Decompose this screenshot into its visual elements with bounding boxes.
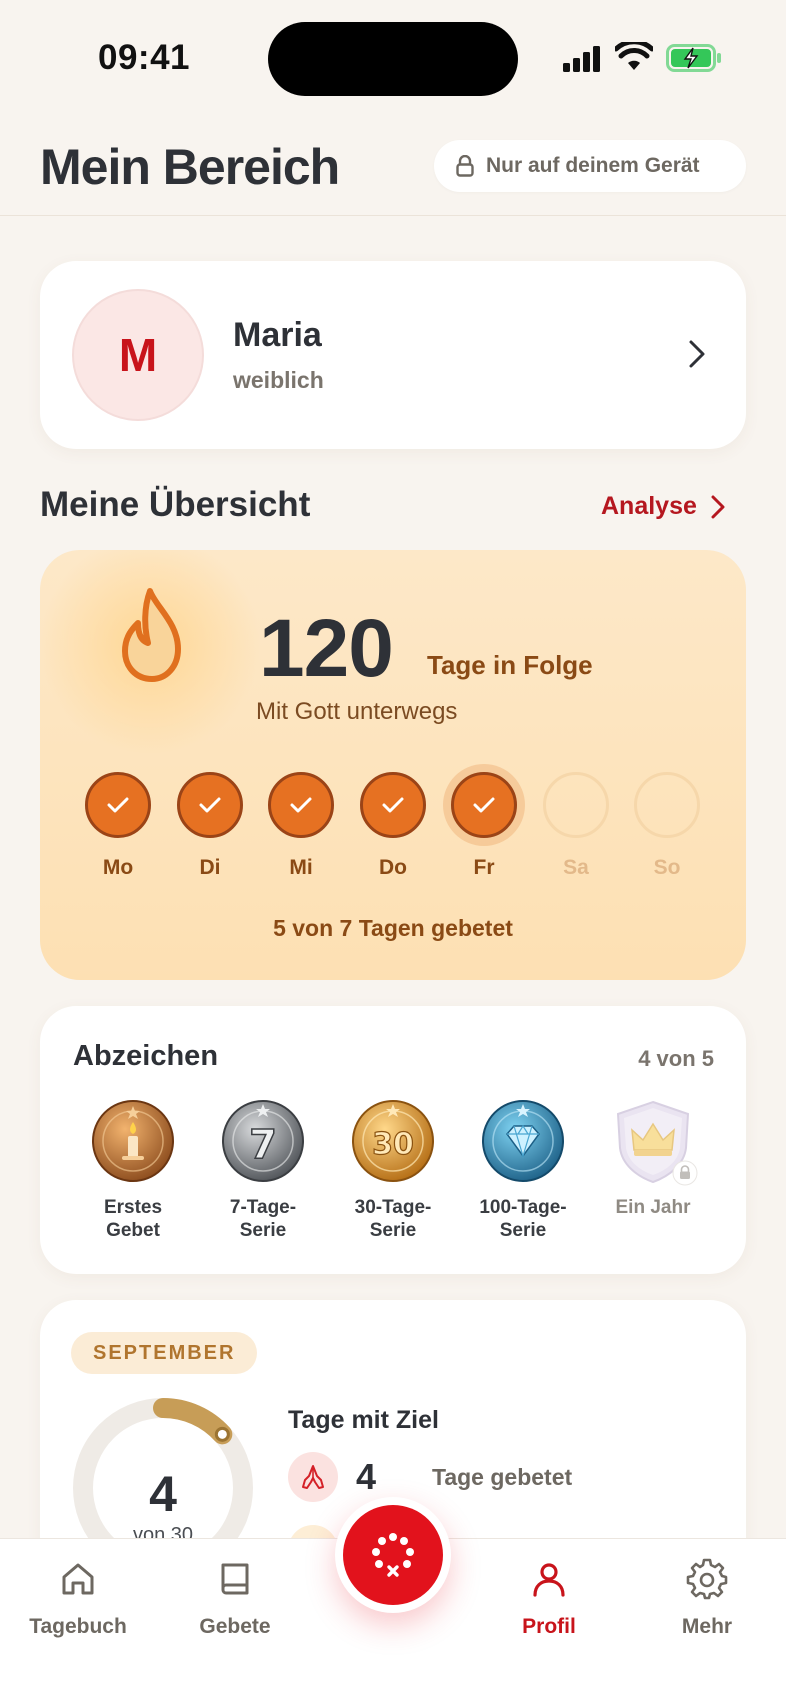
silver-7-medal-icon: 7 xyxy=(222,1100,304,1182)
weekday-do: Do xyxy=(348,772,438,880)
home-icon xyxy=(62,1563,94,1595)
page-title: Mein Bereich xyxy=(40,139,340,195)
analyse-link[interactable]: Analyse xyxy=(601,492,725,521)
gold-30-medal-icon: 30 xyxy=(352,1100,434,1182)
analyse-label: Analyse xyxy=(601,492,697,520)
badges-title: Abzeichen xyxy=(73,1040,219,1072)
flame-icon xyxy=(122,588,181,682)
weekday-label: Di xyxy=(199,856,221,879)
weekday-label: Fr xyxy=(473,856,495,879)
profile-name: Maria xyxy=(233,316,322,354)
day-done-dot xyxy=(268,772,334,838)
streak-count: 120 xyxy=(259,603,394,694)
rosary-button[interactable] xyxy=(343,1505,443,1605)
status-bar: 09:41 xyxy=(0,0,786,120)
badge-100-day-streak[interactable]: 100-Tage- Serie xyxy=(458,1098,588,1242)
badge-label: Erstes Gebet xyxy=(103,1197,163,1241)
weekday-label: Mo xyxy=(102,856,134,879)
weekday-mo: Mo xyxy=(73,772,163,880)
streak-subtitle: Mit Gott unterwegs xyxy=(256,698,458,725)
month-progress-knob xyxy=(214,1426,230,1442)
lock-icon xyxy=(672,1160,698,1186)
weekday-so: So xyxy=(622,772,712,880)
month-pill: SEPTEMBER xyxy=(71,1332,258,1374)
weekday-mi: Mi xyxy=(256,772,346,880)
badges-count: 4 von 5 xyxy=(638,1046,714,1071)
status-time: 09:41 xyxy=(98,38,191,77)
privacy-label: Nur auf deinem Gerät xyxy=(486,154,700,177)
badge-label: 7-Tage- Serie xyxy=(229,1197,297,1241)
book-icon xyxy=(221,1563,249,1595)
tab-tagebuch[interactable]: Tagebuch xyxy=(8,1555,148,1639)
tab-label: Gebete xyxy=(199,1615,271,1638)
month-progress-arc xyxy=(153,1398,233,1445)
prayed-count: 4 xyxy=(356,1456,377,1497)
tab-mehr[interactable]: Mehr xyxy=(637,1555,777,1639)
weekday-label: Mi xyxy=(289,856,313,879)
profile-gender: weiblich xyxy=(233,367,324,393)
chevron-right-icon xyxy=(711,495,725,518)
badge-label: 30-Tage- Serie xyxy=(354,1197,432,1241)
page-header: Mein Bereich Nur auf deinem Gerät xyxy=(0,120,786,216)
streak-unit: Tage in Folge xyxy=(427,650,593,680)
day-done-dot xyxy=(177,772,243,838)
badge-one-year[interactable]: Ein Jahr xyxy=(588,1098,718,1219)
gear-icon xyxy=(686,1558,728,1600)
rosary-icon xyxy=(372,1533,414,1577)
day-done-dot xyxy=(85,772,151,838)
day-open-dot xyxy=(634,772,700,838)
weekday-label: Do xyxy=(379,856,407,879)
profile-card[interactable]: M Maria weiblich xyxy=(40,261,746,449)
badges-card[interactable]: Abzeichen 4 von 5 Erstes Gebet 7 7-Tage-… xyxy=(40,1006,746,1274)
streak-card[interactable]: 120 Tage in Folge Mit Gott unterwegs Mo … xyxy=(40,550,746,980)
cellular-signal-icon xyxy=(563,46,600,72)
badge-first-prayer[interactable]: Erstes Gebet xyxy=(68,1098,198,1242)
weekday-label: Sa xyxy=(563,856,589,879)
praying-hands-icon xyxy=(302,1465,324,1489)
tab-label: Profil xyxy=(522,1615,576,1638)
tab-label: Tagebuch xyxy=(29,1615,127,1638)
diamond-medal-icon xyxy=(482,1100,564,1182)
check-icon xyxy=(473,797,495,813)
candle-bronze-medal-icon xyxy=(92,1100,174,1182)
check-icon xyxy=(107,797,129,813)
day-done-dot xyxy=(360,772,426,838)
svg-text:30: 30 xyxy=(372,1127,414,1162)
month-progress-value: 4 xyxy=(149,1466,177,1522)
day-today-dot xyxy=(451,772,517,838)
weekday-fr: Fr xyxy=(439,772,529,880)
svg-text:7: 7 xyxy=(249,1122,277,1168)
avatar: M xyxy=(72,289,204,421)
praying-hands-badge xyxy=(288,1452,338,1502)
overview-title: Meine Übersicht xyxy=(40,485,311,524)
chevron-right-icon xyxy=(689,340,705,368)
goal-title: Tage mit Ziel xyxy=(288,1406,439,1434)
badge-label: 100-Tage- Serie xyxy=(479,1197,567,1241)
weekday-sa: Sa xyxy=(531,772,621,880)
check-icon xyxy=(382,797,404,813)
person-icon xyxy=(533,1563,565,1597)
day-open-dot xyxy=(543,772,609,838)
rosary-fab[interactable] xyxy=(335,1497,451,1613)
check-icon xyxy=(290,797,312,813)
weekday-label: So xyxy=(653,856,681,879)
weekday-di: Di xyxy=(165,772,255,880)
battery-charging-icon xyxy=(666,44,721,72)
badge-label: Ein Jahr xyxy=(615,1197,691,1218)
badge-30-day-streak[interactable]: 30 30-Tage- Serie xyxy=(328,1098,458,1242)
tab-gebete[interactable]: Gebete xyxy=(165,1555,305,1639)
lock-icon xyxy=(456,155,474,177)
prayed-label: Tage gebetet xyxy=(432,1464,573,1490)
wifi-icon xyxy=(615,42,653,70)
tab-profil[interactable]: Profil xyxy=(479,1555,619,1639)
weekday-row: Mo Di Mi Do Fr Sa So xyxy=(40,772,746,892)
dynamic-island xyxy=(268,22,518,96)
privacy-badge[interactable]: Nur auf deinem Gerät xyxy=(434,140,746,192)
badge-7-day-streak[interactable]: 7 7-Tage- Serie xyxy=(198,1098,328,1242)
streak-summary: 5 von 7 Tagen gebetet xyxy=(273,915,513,941)
tab-label: Mehr xyxy=(681,1615,733,1638)
check-icon xyxy=(199,797,221,813)
